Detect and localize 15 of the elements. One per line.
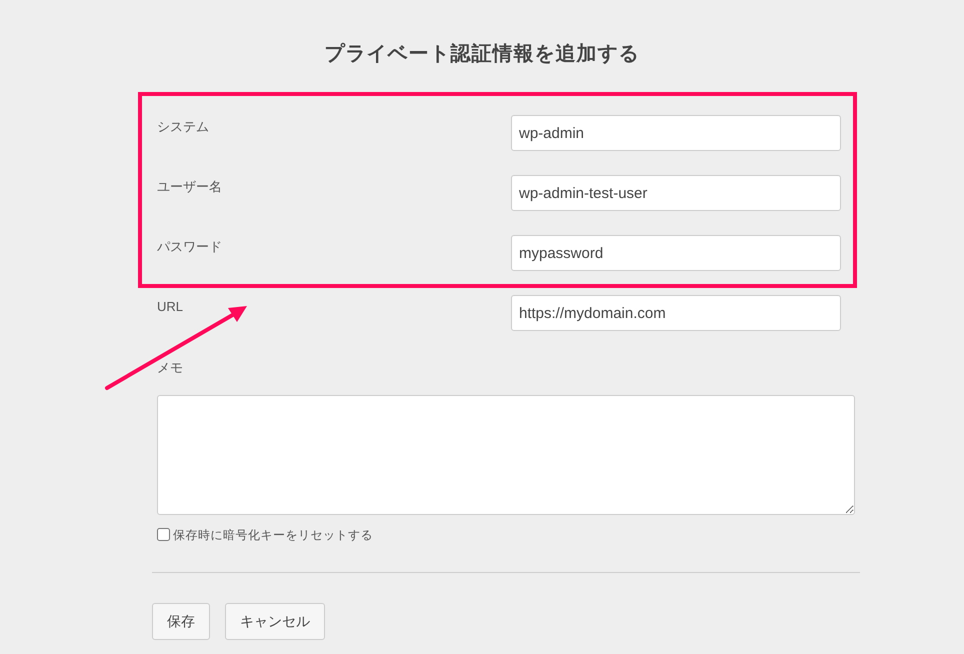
input-field[interactable]: https://mydomain.com xyxy=(511,295,841,331)
field-label: URL xyxy=(157,298,184,316)
form-button[interactable]: キャンセル xyxy=(225,602,325,640)
field-label: ユーザー名 xyxy=(157,178,223,196)
field-label: メモ xyxy=(157,359,184,377)
field-label: システム xyxy=(157,118,210,136)
checkbox-label: 保存時に暗号化キーをリセットする xyxy=(173,526,373,544)
input-field[interactable]: mypassword xyxy=(511,235,841,271)
field-label: パスワード xyxy=(157,238,223,256)
form-button[interactable]: 保存 xyxy=(152,602,210,640)
page-title: プライベート認証情報を追加する xyxy=(324,42,640,67)
input-field[interactable]: wp-admin xyxy=(511,115,841,151)
memo-field[interactable] xyxy=(157,394,855,514)
checkbox[interactable] xyxy=(157,528,170,541)
input-field[interactable]: wp-admin-test-user xyxy=(511,175,841,211)
